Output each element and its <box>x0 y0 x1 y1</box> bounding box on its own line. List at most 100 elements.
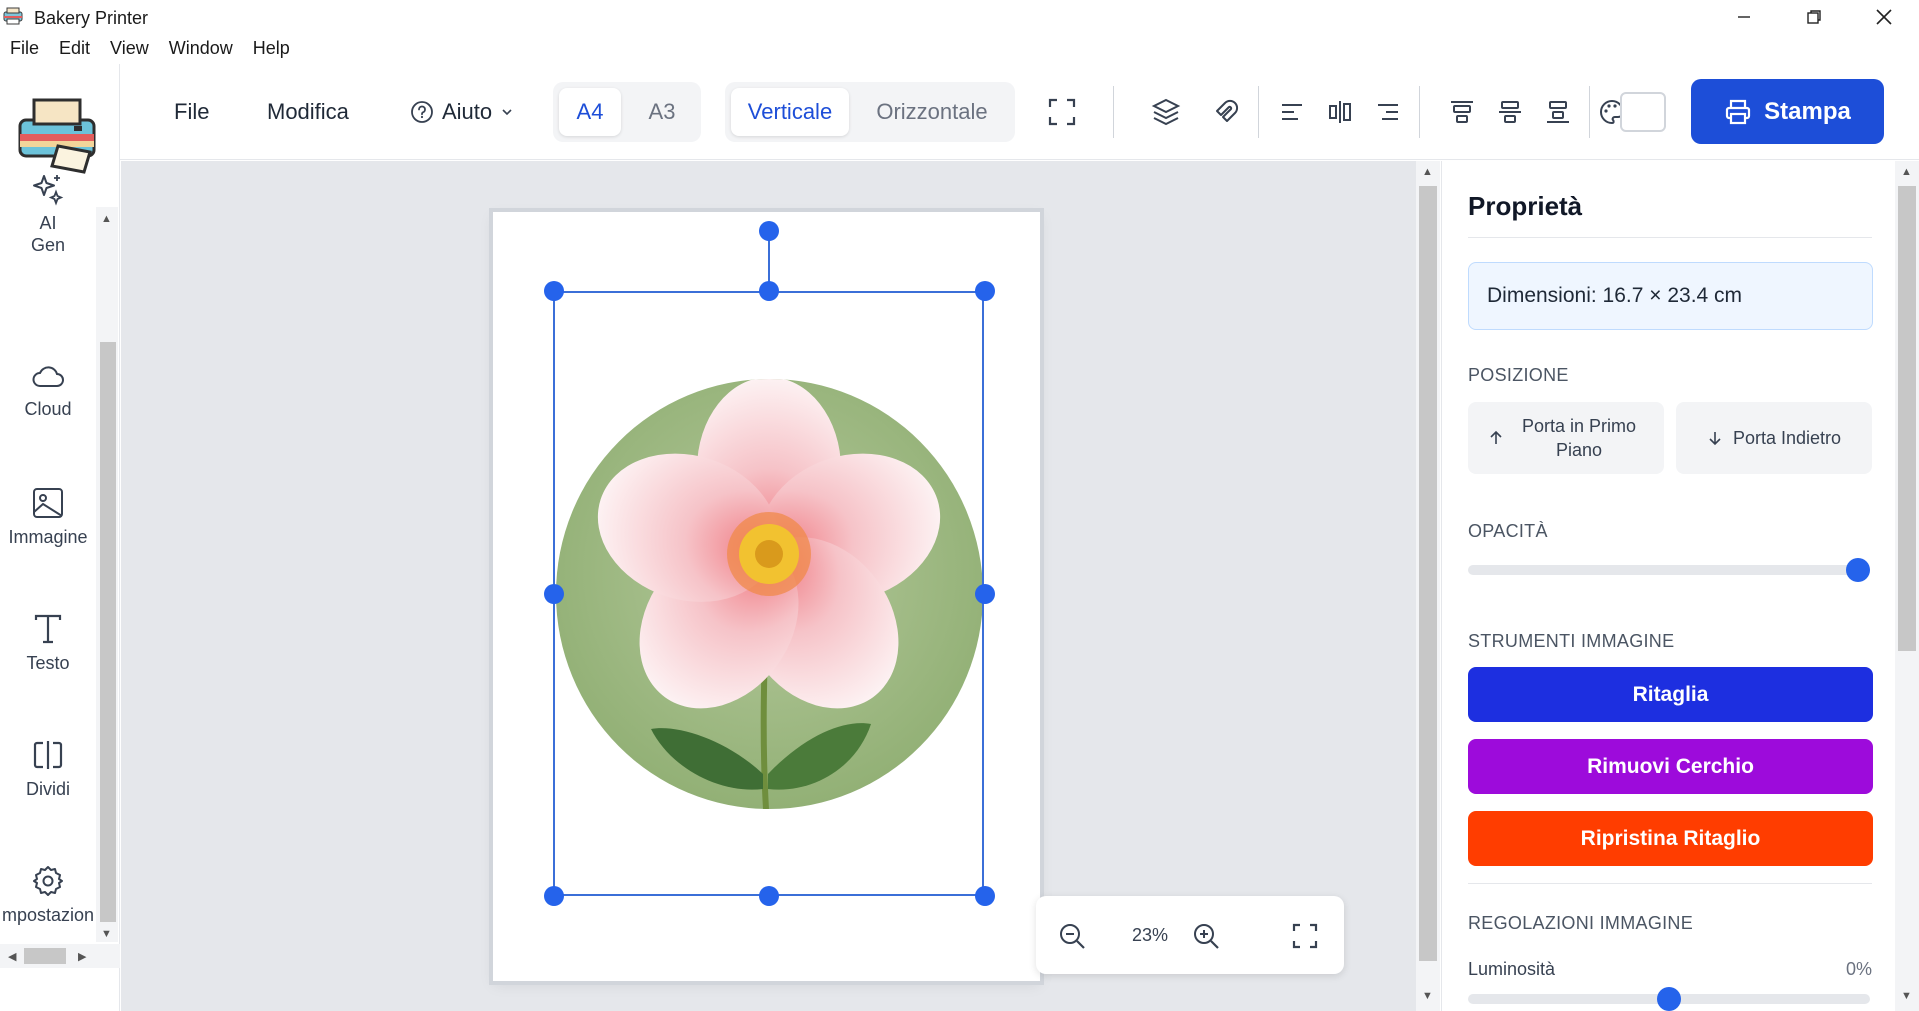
canvas-scrollbar-thumb[interactable] <box>1419 186 1437 961</box>
resize-handle-bottom-right[interactable] <box>975 886 995 906</box>
magnet-button[interactable] <box>1206 92 1246 132</box>
align-right-button[interactable] <box>1368 92 1408 132</box>
resize-handle-bottom[interactable] <box>759 886 779 906</box>
minimize-button[interactable] <box>1709 0 1779 34</box>
align-middle-button[interactable] <box>1490 92 1530 132</box>
scroll-up-arrow[interactable]: ▲ <box>1901 166 1912 178</box>
sidebar-item-label: Immagine <box>8 527 88 547</box>
menu-help[interactable]: Help <box>243 34 300 64</box>
remove-circle-button[interactable]: Rimuovi Cerchio <box>1468 739 1873 794</box>
align-middle-icon <box>1499 101 1521 123</box>
close-icon <box>1876 9 1892 25</box>
resize-handle-bottom-left[interactable] <box>544 886 564 906</box>
sparkles-icon <box>33 175 64 206</box>
properties-panel: Proprietà Dimensioni: 16.7 × 23.4 cm POS… <box>1441 161 1895 1011</box>
sidebar-item-split[interactable]: Dividi <box>0 738 96 800</box>
scroll-left-arrow[interactable]: ◀ <box>8 950 16 963</box>
resize-handle-top[interactable] <box>759 281 779 301</box>
reset-crop-button[interactable]: Ripristina Ritaglio <box>1468 811 1873 866</box>
menu-bar: File Edit View Window Help <box>0 34 300 64</box>
scroll-up-arrow[interactable]: ▲ <box>1422 166 1433 178</box>
zoom-out-button[interactable] <box>1052 916 1092 956</box>
close-button[interactable] <box>1849 0 1919 34</box>
toolbar-separator <box>1113 86 1114 138</box>
sidebar-horizontal-thumb[interactable] <box>24 948 66 964</box>
align-right-icon <box>1378 104 1398 120</box>
rotate-handle[interactable] <box>759 221 779 241</box>
resize-handle-top-right[interactable] <box>975 281 995 301</box>
scroll-up-arrow[interactable]: ▲ <box>101 213 112 225</box>
image-icon <box>33 488 63 518</box>
selection-box[interactable] <box>553 291 984 896</box>
align-top-icon <box>1451 101 1473 123</box>
sidebar-item-settings[interactable]: mpostazion <box>0 864 96 926</box>
restore-button[interactable] <box>1779 0 1849 34</box>
align-top-button[interactable] <box>1442 92 1482 132</box>
bring-to-front-button[interactable]: Porta in Primo Piano <box>1468 402 1664 474</box>
menu-window[interactable]: Window <box>159 34 243 64</box>
scroll-down-arrow[interactable]: ▼ <box>1422 990 1433 1002</box>
toolbar-help-menu[interactable]: Aiuto <box>410 64 514 160</box>
adjustments-section-label: REGOLAZIONI IMMAGINE <box>1468 913 1694 933</box>
fullscreen-icon <box>1292 923 1318 949</box>
zoom-out-icon <box>1060 924 1085 949</box>
menu-file[interactable]: File <box>0 34 49 64</box>
paper-a3-button[interactable]: A3 <box>631 88 693 136</box>
opacity-slider-knob[interactable] <box>1846 558 1870 582</box>
toolbar-edit-menu[interactable]: Modifica <box>267 64 349 160</box>
sidebar-item-label: mpostazion <box>1 905 95 925</box>
brightness-slider-knob[interactable] <box>1657 987 1681 1011</box>
fill-color-swatch[interactable] <box>1620 92 1666 132</box>
crop-button[interactable]: Ritaglia <box>1468 667 1873 722</box>
toolbar-separator <box>1589 86 1590 138</box>
sidebar-scrollbar-thumb[interactable] <box>100 342 116 922</box>
restore-icon <box>1807 10 1821 24</box>
chevron-down-icon <box>502 109 512 116</box>
menu-edit[interactable]: Edit <box>49 34 100 64</box>
paper-a4-button[interactable]: A4 <box>559 88 621 136</box>
zoom-in-button[interactable] <box>1186 916 1226 956</box>
menu-view[interactable]: View <box>100 34 159 64</box>
resize-handle-left[interactable] <box>544 584 564 604</box>
align-bottom-icon <box>1547 101 1569 123</box>
gear-icon <box>33 866 63 896</box>
sidebar-item-ai-gen[interactable]: AI Gen <box>0 172 96 256</box>
layers-button[interactable] <box>1146 92 1186 132</box>
scroll-right-arrow[interactable]: ▶ <box>78 950 86 963</box>
panel-scrollbar-thumb[interactable] <box>1898 186 1916 651</box>
toolbar-separator <box>1258 86 1259 138</box>
layers-icon <box>1151 98 1181 126</box>
send-backward-button[interactable]: Porta Indietro <box>1676 402 1872 474</box>
align-center-button[interactable] <box>1320 92 1360 132</box>
orientation-portrait-button[interactable]: Verticale <box>731 88 849 136</box>
align-left-icon <box>1282 104 1302 120</box>
image-tools-section-label: STRUMENTI IMMAGINE <box>1468 631 1675 651</box>
sidebar-item-image[interactable]: Immagine <box>0 486 96 548</box>
panel-divider <box>1468 883 1872 884</box>
arrow-down-icon <box>1709 432 1721 446</box>
sidebar-item-text[interactable]: Testo <box>0 612 96 674</box>
align-center-vertical-icon <box>1329 101 1351 123</box>
fullscreen-icon <box>1048 98 1076 126</box>
print-button[interactable]: Stampa <box>1691 79 1884 144</box>
bring-to-front-label: Porta in Primo Piano <box>1521 416 1637 460</box>
align-bottom-button[interactable] <box>1538 92 1578 132</box>
minimize-icon <box>1738 16 1750 18</box>
orientation-landscape-button[interactable]: Orizzontale <box>855 88 1009 136</box>
zoom-level: 23% <box>1131 924 1169 945</box>
resize-handle-top-left[interactable] <box>544 281 564 301</box>
scroll-down-arrow[interactable]: ▼ <box>1901 990 1912 1002</box>
printer-icon <box>1726 99 1751 124</box>
align-left-button[interactable] <box>1272 92 1312 132</box>
toolbar-file-menu[interactable]: File <box>174 64 209 160</box>
print-label: Stampa <box>1764 97 1851 125</box>
resize-handle-right[interactable] <box>975 584 995 604</box>
paper-size-selector: A4 A3 <box>553 82 701 142</box>
scroll-down-arrow[interactable]: ▼ <box>101 928 112 940</box>
panel-divider <box>1468 237 1872 238</box>
fit-page-button[interactable] <box>1042 92 1082 132</box>
sidebar-item-cloud[interactable]: Cloud <box>0 362 96 420</box>
fullscreen-button[interactable] <box>1285 916 1325 956</box>
brightness-slider[interactable] <box>1468 987 1870 1011</box>
opacity-slider[interactable] <box>1468 558 1870 582</box>
